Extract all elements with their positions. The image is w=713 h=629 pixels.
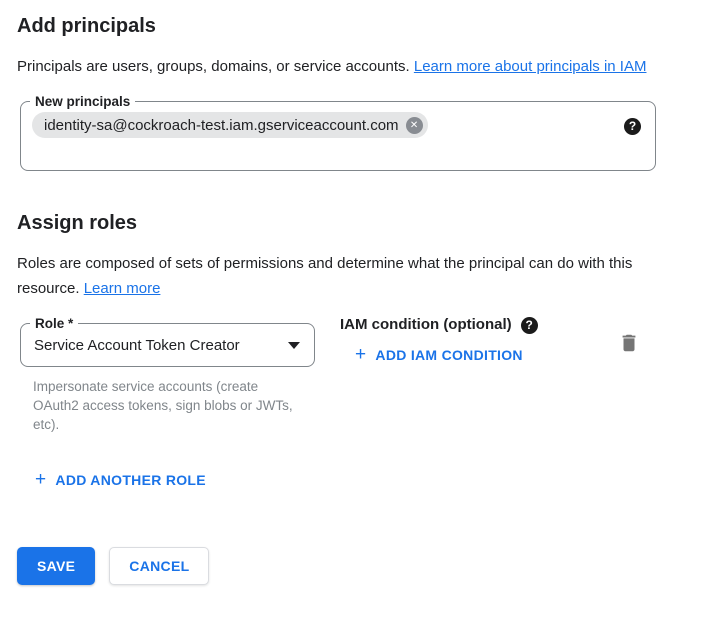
trash-icon xyxy=(618,332,640,354)
new-principals-field[interactable]: New principals identity-sa@cockroach-tes… xyxy=(20,101,656,171)
cancel-button[interactable]: CANCEL xyxy=(109,547,209,585)
add-another-role-button[interactable]: + ADD ANOTHER ROLE xyxy=(35,472,206,488)
role-selected-value: Service Account Token Creator xyxy=(34,337,240,354)
principals-description-text: Principals are users, groups, domains, o… xyxy=(17,58,410,75)
page-title: Add principals xyxy=(17,14,689,38)
role-row: Role * Service Account Token Creator Imp… xyxy=(17,323,656,434)
roles-description: Roles are composed of sets of permission… xyxy=(17,251,669,301)
role-column: Role * Service Account Token Creator Imp… xyxy=(20,323,318,434)
footer-actions: SAVE CANCEL xyxy=(17,547,689,585)
assign-roles-title: Assign roles xyxy=(17,211,689,235)
add-iam-condition-button[interactable]: + ADD IAM CONDITION xyxy=(355,347,523,363)
new-principals-help-icon[interactable]: ? xyxy=(624,118,641,135)
delete-role-button[interactable] xyxy=(618,332,640,354)
principal-chip-text: identity-sa@cockroach-test.iam.gservicea… xyxy=(44,117,399,134)
dropdown-caret-icon xyxy=(288,342,300,349)
new-principals-label: New principals xyxy=(30,93,135,110)
iam-condition-help-icon[interactable]: ? xyxy=(521,317,538,334)
learn-more-roles-link[interactable]: Learn more xyxy=(84,280,161,297)
save-button[interactable]: SAVE xyxy=(17,547,95,585)
role-select[interactable]: Role * Service Account Token Creator xyxy=(20,323,315,367)
add-iam-condition-label: ADD IAM CONDITION xyxy=(375,347,522,363)
iam-condition-label-row: IAM condition (optional) ? xyxy=(340,316,538,334)
principal-chip: identity-sa@cockroach-test.iam.gservicea… xyxy=(32,112,428,138)
principals-description: Principals are users, groups, domains, o… xyxy=(17,54,669,79)
learn-more-principals-link[interactable]: Learn more about principals in IAM xyxy=(414,58,647,75)
iam-condition-label: IAM condition (optional) xyxy=(340,316,512,334)
add-another-role-label: ADD ANOTHER ROLE xyxy=(55,472,206,488)
add-principals-pane: Add principals Principals are users, gro… xyxy=(0,0,713,585)
chip-remove-icon[interactable]: ✕ xyxy=(406,117,423,134)
role-helper-text: Impersonate service accounts (create OAu… xyxy=(33,377,303,434)
plus-icon: + xyxy=(35,472,46,488)
role-label: Role * xyxy=(30,315,78,332)
iam-condition-column: IAM condition (optional) ? + ADD IAM CON… xyxy=(340,316,538,365)
plus-icon: + xyxy=(355,347,366,363)
